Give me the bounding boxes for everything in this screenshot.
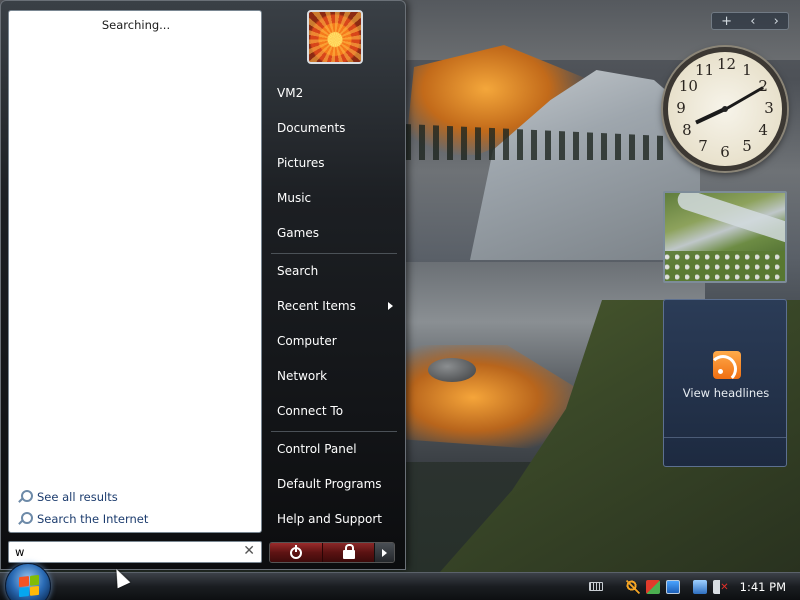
rss-feed-icon — [713, 351, 741, 379]
slideshow-gadget[interactable] — [663, 191, 787, 283]
start-search-input[interactable]: w ✕ — [8, 541, 262, 563]
menu-item-label: Documents — [277, 121, 346, 135]
menu-item-connect-to[interactable]: Connect To — [269, 398, 397, 424]
clock-numeral: 4 — [758, 121, 768, 139]
clock-numeral: 8 — [682, 121, 692, 139]
flag-green — [29, 574, 39, 586]
clock-numeral: 12 — [717, 55, 737, 73]
volume-muted-icon[interactable]: ✕ — [712, 580, 729, 594]
menu-item-computer[interactable]: Computer — [269, 328, 397, 354]
sidebar-controls: + ‹ › — [711, 12, 789, 30]
taskbar-clock[interactable]: 1:41 PM — [740, 580, 786, 594]
system-tray: ✕ 1:41 PM — [623, 573, 800, 600]
see-all-results-link[interactable]: See all results — [17, 488, 118, 506]
previous-page-button[interactable]: ‹ — [750, 14, 755, 29]
clock-numeral: 11 — [695, 60, 715, 79]
menu-item-documents[interactable]: Documents — [269, 115, 397, 141]
menu-item-control-panel[interactable]: Control Panel — [269, 436, 397, 462]
clock-numeral: 6 — [720, 143, 730, 161]
feed-divider — [664, 437, 786, 438]
clock-numeral: 2 — [758, 77, 768, 95]
menu-item-label: Games — [277, 226, 319, 240]
search-icon — [17, 511, 33, 527]
see-all-results-label: See all results — [37, 490, 118, 504]
menu-item-music[interactable]: Music — [269, 185, 397, 211]
shutdown-options-button[interactable] — [374, 543, 394, 562]
menu-separator — [271, 431, 397, 432]
submenu-arrow-icon — [388, 302, 393, 310]
security-icon[interactable] — [645, 580, 660, 594]
clock-numeral: 9 — [676, 99, 686, 117]
menu-item-label: Recent Items — [277, 299, 356, 313]
search-status: Searching... — [101, 18, 171, 32]
clock-numeral: 3 — [764, 99, 774, 117]
menu-item-label: Search — [277, 264, 319, 278]
menu-item-games[interactable]: Games — [269, 220, 397, 246]
display-icon[interactable] — [692, 580, 707, 594]
arrow-right-icon — [382, 548, 387, 557]
search-results-pane: Searching... See all results Search the … — [8, 10, 262, 533]
search-icon — [17, 489, 33, 505]
clock-gadget[interactable]: 12 1 2 3 4 5 6 7 8 9 10 11 — [663, 47, 787, 171]
flag-blue — [19, 586, 29, 598]
clock-numeral: 1 — [742, 60, 752, 79]
clock-numeral: 5 — [742, 137, 752, 156]
menu-item-label: Music — [277, 191, 312, 205]
lock-icon — [342, 544, 355, 559]
clock-center — [722, 106, 728, 112]
flag-yellow — [29, 585, 39, 596]
lock-button[interactable] — [322, 543, 374, 562]
menu-item-recent-items[interactable]: Recent Items — [269, 293, 397, 319]
search-internet-link[interactable]: Search the Internet — [17, 510, 148, 528]
menu-item-label: Control Panel — [277, 442, 357, 456]
add-gadget-button[interactable]: + — [721, 14, 732, 29]
menu-item-label: Computer — [277, 334, 337, 348]
feed-headlines-gadget[interactable]: View headlines — [663, 299, 787, 467]
flag-red — [19, 576, 29, 587]
search-icon[interactable] — [625, 580, 640, 594]
user-picture[interactable] — [307, 10, 363, 64]
power-button-group — [269, 542, 395, 563]
power-button[interactable] — [270, 543, 322, 562]
clock-numeral: 7 — [698, 137, 708, 156]
search-query-text: w — [15, 545, 25, 559]
next-page-button[interactable]: › — [774, 14, 779, 29]
menu-item-label: Pictures — [277, 156, 325, 170]
menu-item-label: Help and Support — [277, 512, 382, 526]
network-icon[interactable] — [665, 580, 680, 594]
power-icon — [290, 544, 302, 559]
menu-item-label: Default Programs — [277, 477, 382, 491]
menu-item-user-folder[interactable]: VM2 — [269, 80, 397, 106]
clock-numeral: 10 — [678, 77, 698, 95]
menu-item-default-programs[interactable]: Default Programs — [269, 471, 397, 497]
clear-search-icon[interactable]: ✕ — [243, 543, 255, 559]
menu-item-label: Network — [277, 369, 328, 383]
menu-item-label: Connect To — [277, 404, 344, 418]
menu-item-label: VM2 — [277, 86, 304, 100]
wallpaper-stone — [428, 358, 476, 382]
keyboard-icon[interactable] — [589, 582, 603, 591]
menu-separator — [271, 253, 397, 254]
menu-item-pictures[interactable]: Pictures — [269, 150, 397, 176]
search-internet-label: Search the Internet — [37, 512, 149, 526]
start-menu: Searching... See all results Search the … — [0, 0, 406, 570]
menu-item-search[interactable]: Search — [269, 258, 397, 284]
windows-logo-icon — [19, 574, 39, 598]
menu-item-help-and-support[interactable]: Help and Support — [269, 506, 397, 532]
menu-item-network[interactable]: Network — [269, 363, 397, 389]
view-headlines-label[interactable]: View headlines — [664, 386, 788, 400]
